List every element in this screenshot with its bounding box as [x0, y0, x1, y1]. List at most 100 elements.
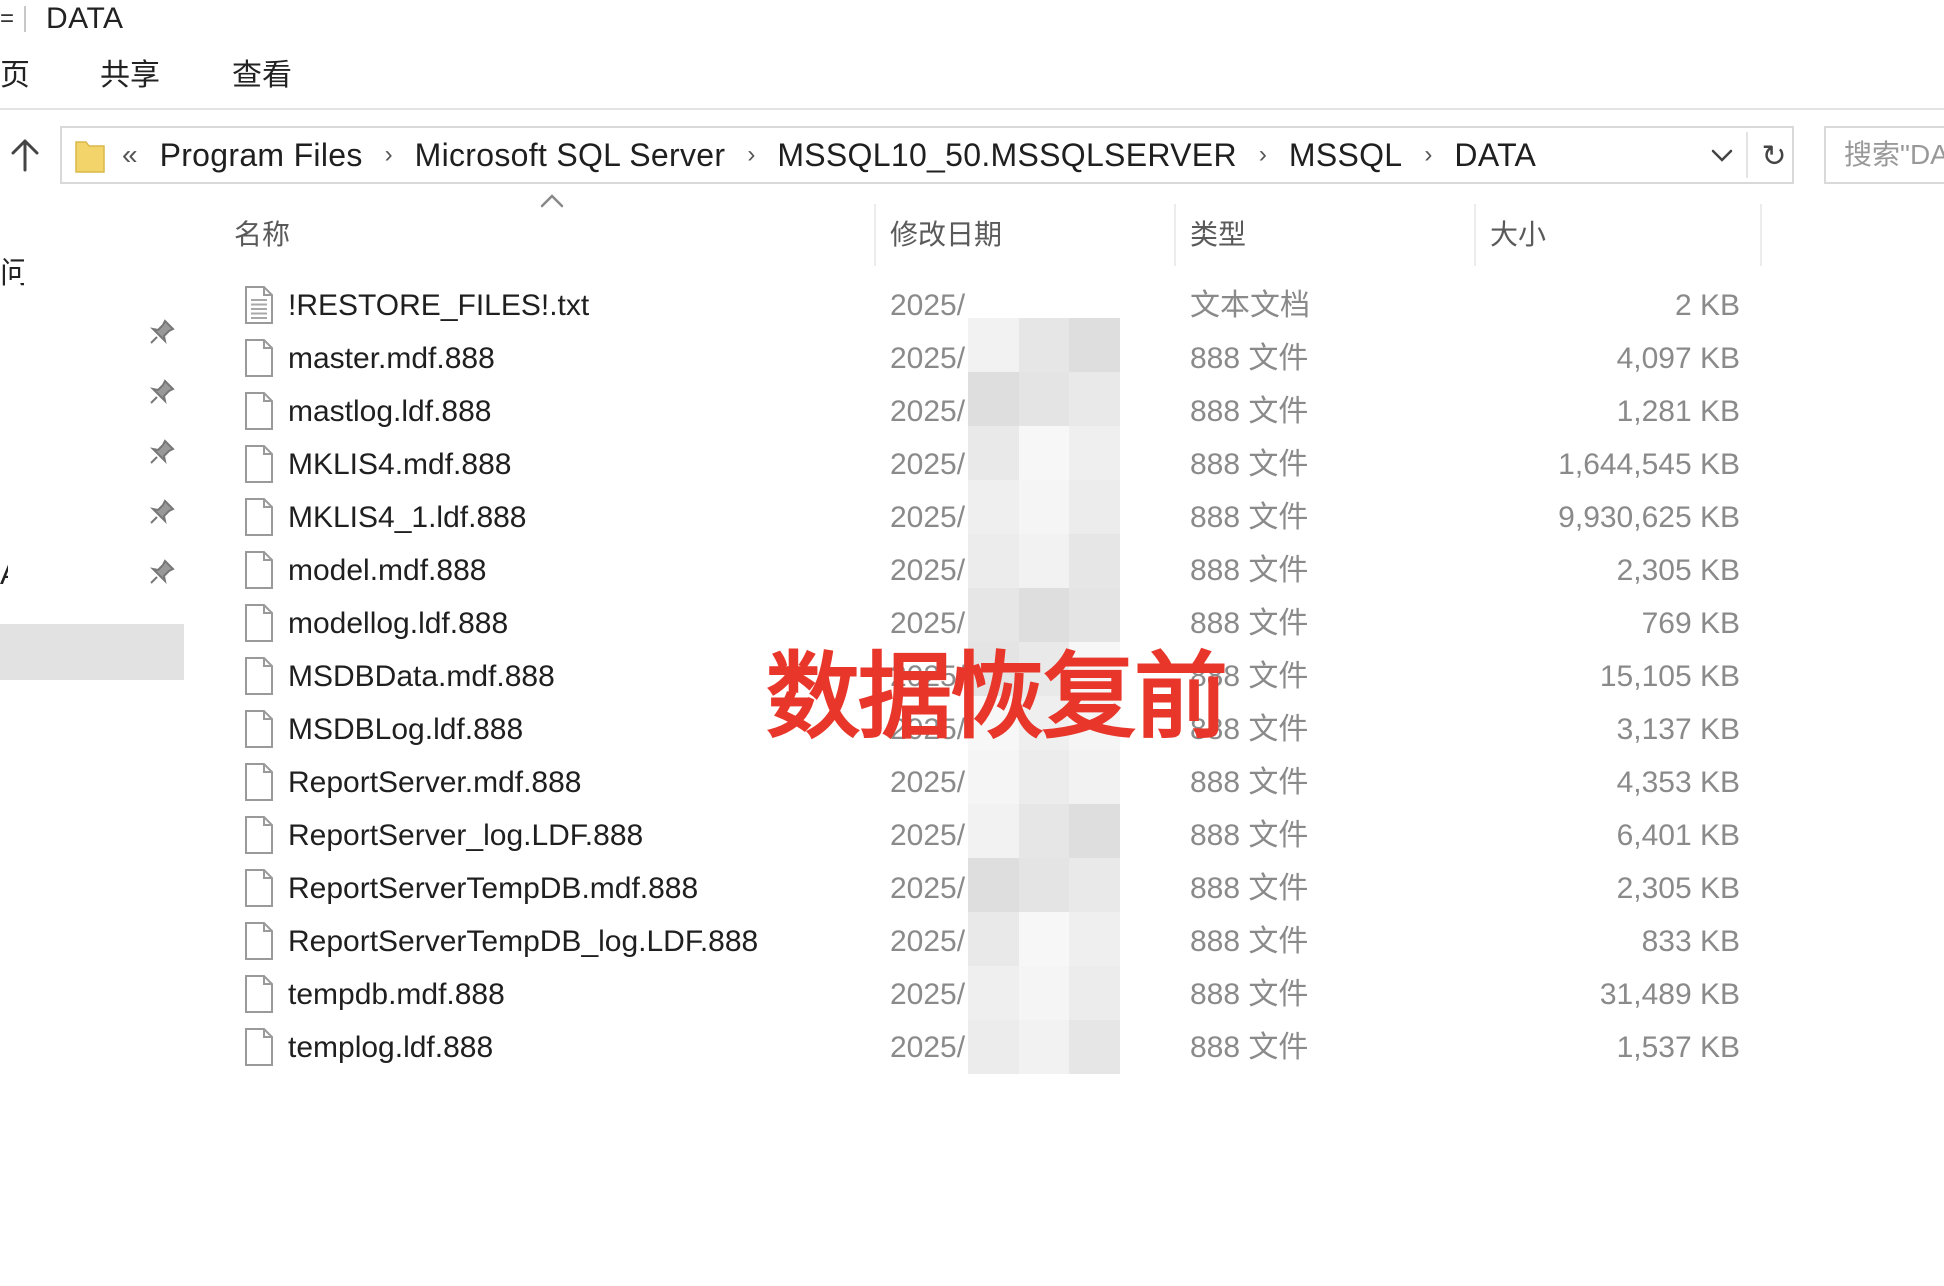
mosaic-block: [1018, 912, 1070, 966]
mosaic-block: [1069, 1020, 1120, 1074]
mosaic-block: [968, 966, 1019, 1020]
file-name: MSDBLog.ldf.888: [288, 713, 524, 746]
chevron-right-icon[interactable]: ›: [363, 141, 415, 169]
file-size: 833 KB: [1641, 925, 1740, 958]
file-size: 2 KB: [1674, 289, 1740, 322]
file-size: 31,489 KB: [1599, 978, 1740, 1011]
mosaic-block: [968, 912, 1019, 966]
quick-access-label[interactable]: 问: [0, 248, 24, 292]
tab-view[interactable]: 查看: [232, 56, 292, 96]
address-history-dropdown[interactable]: [1702, 136, 1742, 176]
column-header-name[interactable]: 名称: [234, 196, 290, 270]
file-date: 2025/: [890, 819, 966, 852]
mosaic-block: [1018, 372, 1070, 426]
nav-item-fragment[interactable]: A: [0, 558, 8, 592]
file-name: MKLIS4.mdf.888: [288, 448, 512, 481]
file-type: 888 文件: [1190, 978, 1309, 1011]
column-divider[interactable]: [1760, 204, 1762, 266]
file-icon: [245, 1028, 273, 1066]
mosaic-block: [968, 426, 1019, 480]
nav-item-selected[interactable]: [0, 624, 184, 680]
mosaic-block: [1018, 534, 1070, 588]
mosaic-block: [1069, 480, 1120, 534]
file-size: 3,137 KB: [1616, 713, 1740, 746]
file-name: ReportServer_log.LDF.888: [288, 819, 644, 852]
chevron-right-icon[interactable]: ›: [1237, 141, 1289, 169]
mosaic-block: [968, 480, 1019, 534]
column-divider[interactable]: [1474, 204, 1476, 266]
text-file-icon: [245, 286, 273, 324]
file-type: 文本文档: [1190, 289, 1310, 322]
overlay-caption: 数据恢复前: [766, 643, 1228, 752]
file-icon: [245, 498, 273, 536]
file-name: ReportServerTempDB.mdf.888: [288, 872, 699, 905]
column-header-size[interactable]: 大小: [1490, 196, 1546, 270]
file-icon: [245, 763, 273, 801]
file-date: 2025/: [890, 978, 966, 1011]
pin-icon[interactable]: [148, 558, 176, 586]
file-type: 888 文件: [1190, 501, 1309, 534]
mosaic-block: [968, 534, 1019, 588]
refresh-button[interactable]: ↻: [1754, 134, 1794, 178]
pin-icon[interactable]: [148, 498, 176, 526]
mosaic-block: [968, 372, 1019, 426]
file-size: 1,537 KB: [1616, 1031, 1740, 1064]
file-size: 6,401 KB: [1616, 819, 1740, 852]
up-button[interactable]: [2, 132, 48, 178]
mosaic-block: [1069, 804, 1120, 858]
mosaic-block: [968, 858, 1019, 912]
address-bar[interactable]: « Program Files › Microsoft SQL Server ›…: [60, 126, 1794, 184]
file-size: 2,305 KB: [1616, 554, 1740, 587]
tab-home[interactable]: 页: [0, 56, 30, 96]
chevron-right-icon[interactable]: ›: [1402, 141, 1454, 169]
file-date: 2025/: [890, 1031, 966, 1064]
file-date: 2025/: [890, 342, 966, 375]
column-header-type[interactable]: 类型: [1190, 196, 1246, 270]
file-name: modellog.ldf.888: [288, 607, 509, 640]
file-date: 2025/: [890, 766, 966, 799]
window-title: DATA: [46, 2, 124, 35]
column-divider[interactable]: [1174, 204, 1176, 266]
title-menu-icon[interactable]: =: [0, 6, 14, 32]
column-divider[interactable]: [874, 204, 876, 266]
file-date: 2025/: [890, 925, 966, 958]
breadcrumb-item-program-files[interactable]: Program Files: [160, 137, 363, 174]
breadcrumb-item-mssql-instance[interactable]: MSSQL10_50.MSSQLSERVER: [777, 137, 1237, 174]
tab-share[interactable]: 共享: [100, 56, 160, 96]
mosaic-block: [1069, 966, 1120, 1020]
title-separator: [24, 6, 26, 32]
column-header-date[interactable]: 修改日期: [890, 196, 1002, 270]
file-icon: [245, 392, 273, 430]
breadcrumb-item-sql-server[interactable]: Microsoft SQL Server: [415, 137, 726, 174]
file-size: 2,305 KB: [1616, 872, 1740, 905]
file-icon: [245, 657, 273, 695]
mosaic-block: [968, 804, 1019, 858]
breadcrumb-overflow-button[interactable]: «: [122, 139, 138, 171]
file-name: model.mdf.888: [288, 554, 487, 587]
search-box[interactable]: [1824, 126, 1944, 184]
chevron-right-icon[interactable]: ›: [725, 141, 777, 169]
file-type: 888 文件: [1190, 342, 1309, 375]
breadcrumb-item-data[interactable]: DATA: [1454, 137, 1536, 174]
file-size: 9,930,625 KB: [1558, 501, 1740, 534]
file-size: 1,281 KB: [1616, 395, 1740, 428]
file-type: 888 文件: [1190, 395, 1309, 428]
breadcrumb: « Program Files › Microsoft SQL Server ›…: [120, 128, 1536, 182]
file-name: ReportServer.mdf.888: [288, 766, 582, 799]
mosaic-block: [968, 1020, 1019, 1074]
search-input[interactable]: [1826, 128, 1944, 182]
mosaic-block: [1018, 318, 1070, 372]
pin-icon[interactable]: [148, 318, 176, 346]
file-icon: [245, 710, 273, 748]
pin-icon[interactable]: [148, 378, 176, 406]
mosaic-block: [1018, 750, 1070, 804]
arrow-up-icon: [11, 139, 39, 172]
pin-icon[interactable]: [148, 438, 176, 466]
mosaic-block: [1018, 858, 1070, 912]
mosaic-block: [1069, 912, 1120, 966]
file-icon: [245, 445, 273, 483]
file-type: 888 文件: [1190, 766, 1309, 799]
breadcrumb-item-mssql[interactable]: MSSQL: [1289, 137, 1403, 174]
file-icon: [245, 869, 273, 907]
mosaic-block: [1069, 372, 1120, 426]
